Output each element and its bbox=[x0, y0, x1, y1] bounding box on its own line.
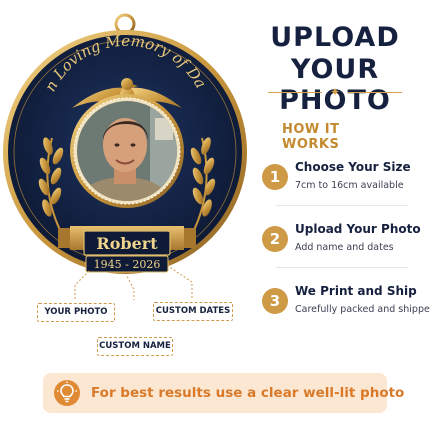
how-it-works-heading: HOW IT WORKS bbox=[282, 122, 340, 152]
step-title: We Print and Ship bbox=[295, 284, 417, 298]
step-number-badge: 1 bbox=[262, 164, 288, 190]
diamond-star-icon: ✦ bbox=[329, 85, 341, 99]
callout-custom-dates: CUSTOM DATES bbox=[153, 302, 233, 321]
lightbulb-icon bbox=[54, 380, 80, 406]
ornament-preview: In Loving Memory of Dad bbox=[0, 0, 247, 300]
step-description: Add name and dates bbox=[295, 242, 394, 253]
step-upload-photo: 2 Upload Your Photo Add name and dates bbox=[262, 222, 430, 266]
memorial-dates: 1945 - 2026 bbox=[94, 258, 161, 271]
tip-banner: For best results use a clear well-lit ph… bbox=[43, 373, 404, 413]
step-number-badge: 2 bbox=[262, 226, 288, 252]
step-title: Choose Your Size bbox=[295, 160, 411, 174]
step-title: Upload Your Photo bbox=[295, 222, 421, 236]
callout-custom-name: CUSTOM NAME bbox=[97, 337, 173, 356]
tip-text: For best results use a clear well-lit ph… bbox=[91, 385, 405, 401]
step-description: 7cm to 16cm available bbox=[295, 180, 404, 191]
memorial-name: Robert bbox=[96, 234, 158, 253]
step-description: Carefully packed and shipped bbox=[295, 304, 430, 315]
title-divider: ✦ bbox=[268, 85, 402, 99]
step-print-ship: 3 We Print and Ship Carefully packed and… bbox=[262, 284, 430, 328]
step-choose-size: 1 Choose Your Size 7cm to 16cm available bbox=[262, 160, 430, 204]
step-separator bbox=[276, 267, 408, 268]
step-number-badge: 3 bbox=[262, 288, 288, 314]
step-separator bbox=[276, 205, 408, 206]
title-line-upload: UPLOAD bbox=[270, 22, 400, 53]
callout-your-photo: YOUR PHOTO bbox=[37, 303, 115, 322]
